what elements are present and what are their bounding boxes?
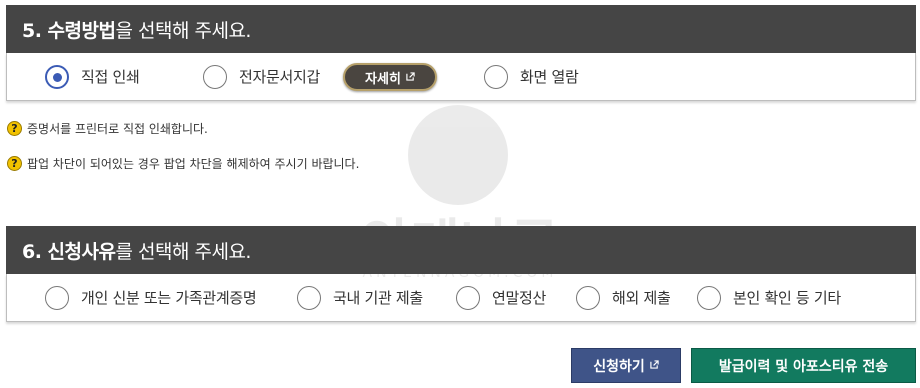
radio-e-wallet[interactable]: 전자문서지갑 xyxy=(203,53,320,100)
radio-domestic-agency-label: 국내 기관 제출 xyxy=(333,289,423,307)
question-circle-icon: ? xyxy=(7,121,22,136)
radio-e-wallet-circle[interactable] xyxy=(203,64,227,89)
receive-method-options: 직접 인쇄 전자문서지갑 자세히 화면 열람 xyxy=(6,53,916,101)
request-reason-header: 6. 신청사유 를 선택해 주세요. xyxy=(6,226,916,274)
radio-domestic-agency-circle[interactable] xyxy=(297,285,321,310)
radio-screen-view[interactable]: 화면 열람 xyxy=(484,53,579,100)
receive-method-title: 5. 수령방법 xyxy=(22,19,116,42)
radio-e-wallet-label: 전자문서지갑 xyxy=(239,68,321,86)
radio-year-end-tax[interactable]: 연말정산 xyxy=(456,274,546,321)
radio-year-end-tax-circle[interactable] xyxy=(456,285,480,310)
apply-button[interactable]: 신청하기 xyxy=(571,348,681,383)
detail-button-label: 자세히 xyxy=(365,71,401,87)
radio-identity-other[interactable]: 본인 확인 등 기타 xyxy=(697,274,841,321)
radio-overseas-label: 해외 제출 xyxy=(612,289,671,307)
radio-direct-print-circle[interactable] xyxy=(45,64,69,89)
send-apostille-button[interactable]: 발급이력 및 아포스티유 전송 xyxy=(691,348,916,383)
watermark-logo xyxy=(408,105,508,205)
radio-screen-view-label: 화면 열람 xyxy=(520,68,579,86)
radio-screen-view-circle[interactable] xyxy=(484,64,508,89)
radio-domestic-agency[interactable]: 국내 기관 제출 xyxy=(297,274,423,321)
radio-identity-family-circle[interactable] xyxy=(45,285,69,310)
radio-identity-family[interactable]: 개인 신분 또는 가족관계증명 xyxy=(45,274,257,321)
notice-popup-text: 팝업 차단이 되어있는 경우 팝업 차단을 해제하여 주시기 바랍니다. xyxy=(27,157,360,171)
request-reason-title: 6. 신청사유 xyxy=(22,240,116,263)
detail-button[interactable]: 자세히 xyxy=(343,63,437,91)
radio-overseas[interactable]: 해외 제출 xyxy=(576,274,671,321)
request-reason-title-rest: 를 선택해 주세요. xyxy=(115,240,251,263)
notice-print: ? 증명서를 프린터로 직접 인쇄합니다. xyxy=(7,120,208,137)
radio-identity-family-label: 개인 신분 또는 가족관계증명 xyxy=(81,289,257,307)
notice-popup: ? 팝업 차단이 되어있는 경우 팝업 차단을 해제하여 주시기 바랍니다. xyxy=(7,155,359,172)
radio-identity-other-circle[interactable] xyxy=(697,285,721,310)
radio-direct-print[interactable]: 직접 인쇄 xyxy=(45,53,140,100)
question-circle-icon: ? xyxy=(7,156,22,171)
receive-method-header: 5. 수령방법 을 선택해 주세요. xyxy=(6,5,916,53)
radio-overseas-circle[interactable] xyxy=(576,285,600,310)
receive-method-title-rest: 을 선택해 주세요. xyxy=(115,19,251,42)
external-link-icon xyxy=(650,360,659,369)
request-reason-section: 6. 신청사유 를 선택해 주세요. 개인 신분 또는 가족관계증명 국내 기관… xyxy=(6,226,916,322)
request-reason-options: 개인 신분 또는 가족관계증명 국내 기관 제출 연말정산 해외 제출 본인 확… xyxy=(6,274,916,322)
external-link-icon xyxy=(406,71,415,81)
radio-direct-print-label: 직접 인쇄 xyxy=(81,68,140,86)
apply-button-label: 신청하기 xyxy=(593,358,645,375)
receive-method-section: 5. 수령방법 을 선택해 주세요. 직접 인쇄 전자문서지갑 자세히 화면 열… xyxy=(6,5,916,101)
radio-identity-other-label: 본인 확인 등 기타 xyxy=(733,289,841,307)
send-apostille-button-label: 발급이력 및 아포스티유 전송 xyxy=(718,358,889,375)
radio-year-end-tax-label: 연말정산 xyxy=(492,289,547,307)
notice-print-text: 증명서를 프린터로 직접 인쇄합니다. xyxy=(27,122,208,136)
